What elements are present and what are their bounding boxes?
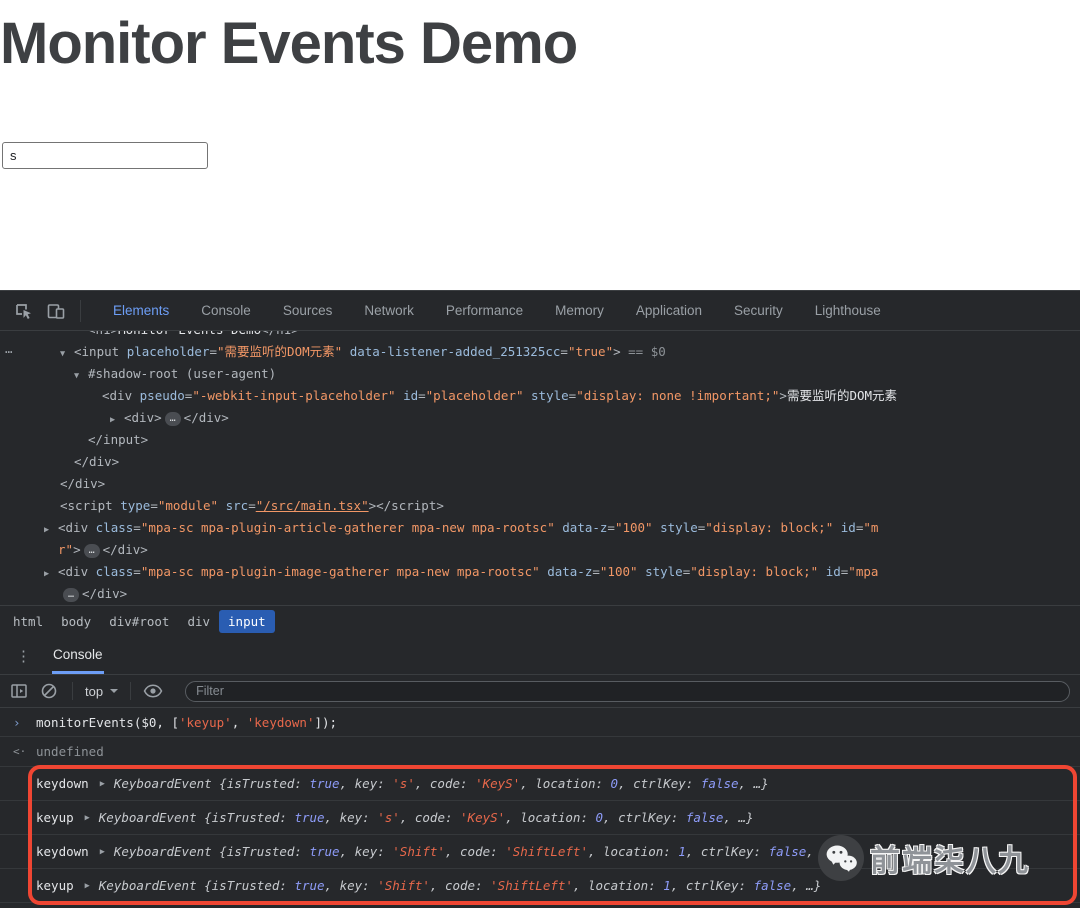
dom-tree-line[interactable]: ▼ #shadow-root (user-agent) [0, 363, 1080, 385]
dom-tree-line[interactable]: ▶ <div>… </div> [0, 407, 1080, 429]
inline-expand-icon: … [164, 412, 181, 426]
expand-icon[interactable]: ▶ [100, 847, 105, 857]
dom-tree-line[interactable]: … </div> [0, 583, 1080, 605]
console-result-row: <· undefined [0, 737, 1080, 767]
twisty-icon[interactable]: ▶ [110, 409, 124, 429]
page-title: Monitor Events Demo [0, 11, 578, 76]
more-actions-icon[interactable]: ⋯ [5, 341, 13, 363]
twisty-icon[interactable]: ▼ [60, 343, 74, 363]
toolbar-separator [80, 299, 81, 322]
dom-tree-line[interactable]: ⋯ ▼ <input placeholder="需要监听的DOM元素" data-l… [0, 341, 1080, 363]
context-label: top [85, 683, 104, 699]
tab-application[interactable]: Application [620, 291, 718, 330]
breadcrumb: html body div#root div input [0, 605, 1080, 637]
devtools-tabs: Elements Console Sources Network Performance… [97, 291, 897, 330]
console-command-row: › monitorEvents($0, ['keyup', 'keydown'])… [0, 708, 1080, 737]
command-chevron-icon: › [13, 714, 21, 730]
dom-tree-line[interactable]: </input> [0, 429, 1080, 451]
crumb-div-root[interactable]: div#root [100, 610, 178, 633]
crumb-div[interactable]: div [178, 610, 219, 633]
tab-memory[interactable]: Memory [539, 291, 620, 330]
dom-tree-line[interactable]: <h1>Monitor Events Demo</h1> [0, 331, 1080, 341]
inline-expand-icon: … [63, 588, 80, 602]
tab-security[interactable]: Security [718, 291, 799, 330]
tab-network[interactable]: Network [348, 291, 430, 330]
dom-tree-line[interactable]: <script type="module" src="/src/main.tsx… [0, 495, 1080, 517]
clear-console-icon[interactable] [40, 682, 58, 700]
crumb-body[interactable]: body [52, 610, 100, 633]
twisty-icon[interactable]: ▼ [74, 365, 88, 385]
devtools-panel: Elements Console Sources Network Performance… [0, 290, 1080, 908]
console-messages: › monitorEvents($0, ['keyup', 'keydown'])… [0, 708, 1080, 909]
console-drawer-header: ⋮ Console [0, 637, 1080, 675]
dom-tree-line[interactable]: </div> [0, 473, 1080, 495]
dom-tree-line[interactable]: ▶ <div class="mpa-sc mpa-plugin-article-g… [0, 517, 1080, 539]
console-filter-input[interactable] [185, 680, 1070, 702]
dom-tree-line[interactable]: ▶ <div class="mpa-sc mpa-plugin-image-gat… [0, 561, 1080, 583]
event-type-label: keydown [36, 776, 89, 791]
chevron-down-icon [110, 689, 119, 693]
console-toolbar: top [0, 675, 1080, 708]
live-expression-eye-icon[interactable] [143, 684, 163, 698]
twisty-icon[interactable]: ▶ [44, 563, 58, 583]
console-log-row: keyup ▶ KeyboardEvent {isTrusted: true, ke… [0, 801, 1080, 835]
crumb-input[interactable]: input [219, 610, 275, 633]
console-sidebar-icon[interactable] [10, 682, 28, 700]
tab-console[interactable]: Console [185, 291, 267, 330]
watermark: 前端柒八九 [818, 835, 1030, 881]
watermark-text: 前端柒八九 [870, 844, 1030, 879]
event-type-label: keyup [36, 878, 74, 893]
crumb-html[interactable]: html [4, 610, 52, 633]
device-toolbar-icon[interactable] [46, 301, 66, 321]
kebab-menu-icon[interactable]: ⋮ [16, 647, 40, 665]
console-log-row: keydown ▶ KeyboardEvent {isTrusted: true, … [0, 767, 1080, 801]
dom-tree-line[interactable]: r">… </div> [0, 539, 1080, 561]
wechat-icon [818, 835, 864, 881]
event-type-label: keydown [36, 844, 89, 859]
tab-lighthouse[interactable]: Lighthouse [799, 291, 897, 330]
tab-elements[interactable]: Elements [97, 291, 185, 330]
elements-tree: <h1>Monitor Events Demo</h1>⋯▼<input pla… [0, 331, 1080, 605]
devtools-tabbar: Elements Console Sources Network Performance… [0, 291, 1080, 331]
expand-icon[interactable]: ▶ [100, 779, 105, 789]
inline-expand-icon: … [83, 544, 100, 558]
return-value-icon: <· [13, 745, 27, 758]
expand-icon[interactable]: ▶ [85, 813, 90, 823]
inspect-element-icon[interactable] [13, 301, 33, 321]
demo-text-input[interactable] [2, 141, 208, 169]
demo-page: Monitor Events Demo [0, 0, 1080, 290]
toolbar-separator [130, 682, 132, 700]
tab-console-drawer[interactable]: Console [52, 637, 104, 674]
event-type-label: keyup [36, 810, 74, 825]
dom-tree-line[interactable]: </div> [0, 451, 1080, 473]
twisty-icon[interactable]: ▶ [44, 519, 58, 539]
tab-performance[interactable]: Performance [430, 291, 539, 330]
dom-tree-line[interactable]: <div pseudo="-webkit-input-placeholder" … [0, 385, 1080, 407]
tab-sources[interactable]: Sources [267, 291, 349, 330]
expand-icon[interactable]: ▶ [85, 881, 90, 891]
context-selector[interactable]: top [85, 683, 119, 699]
toolbar-separator [72, 682, 73, 700]
